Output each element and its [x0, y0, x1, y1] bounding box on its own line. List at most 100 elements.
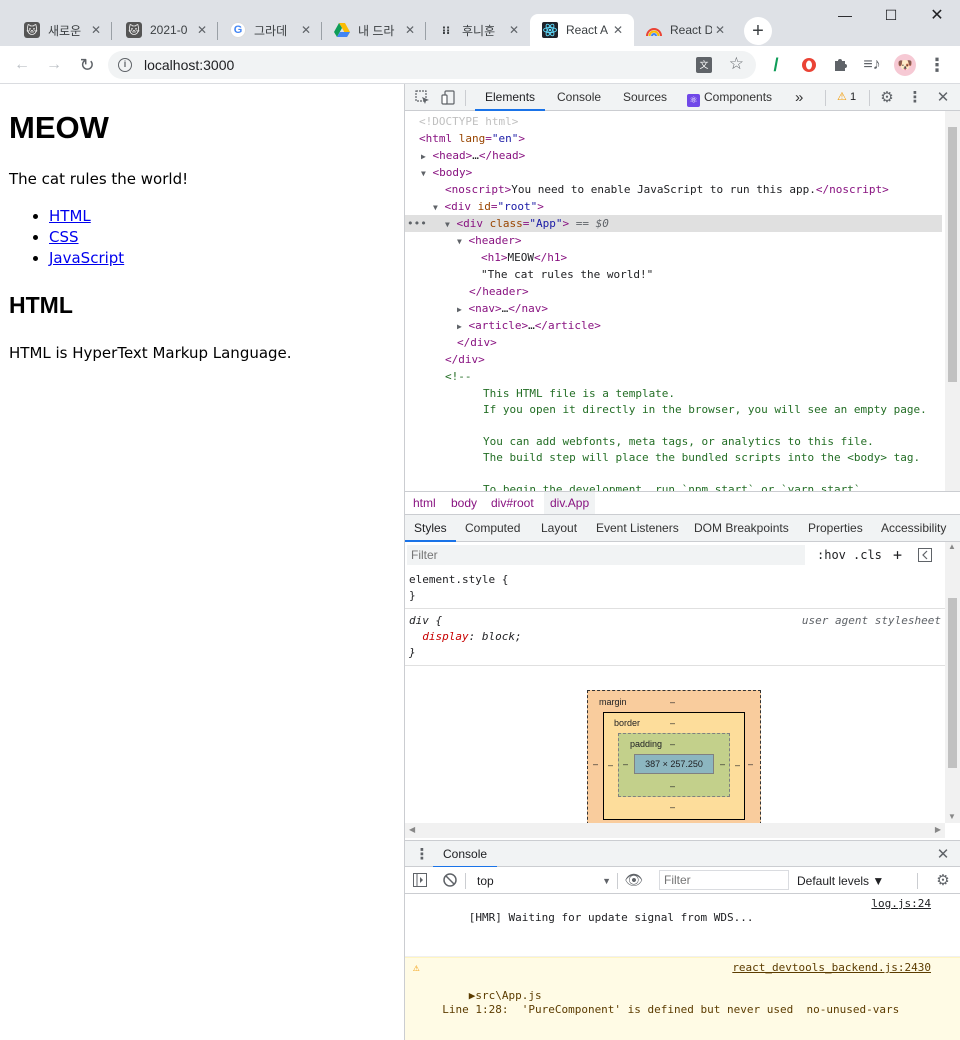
- settings-gear-icon[interactable]: ⚙: [878, 89, 896, 106]
- browser-tab[interactable]: G 그라데 ✕: [218, 14, 322, 46]
- back-button[interactable]: ←: [8, 51, 36, 79]
- dom-node-head[interactable]: ▶ <head>…</head>: [405, 147, 942, 164]
- browser-tab[interactable]: 🐱 새로운 ✕: [12, 14, 112, 46]
- dom-node-nav[interactable]: ▶ <nav>…</nav>: [405, 300, 942, 317]
- breadcrumb-html[interactable]: html: [407, 492, 442, 514]
- tab-console[interactable]: Console: [547, 84, 611, 111]
- minimize-button[interactable]: —: [822, 0, 868, 30]
- reload-button[interactable]: ↻: [73, 51, 101, 79]
- close-icon[interactable]: ✕: [506, 22, 522, 38]
- tab-event-listeners[interactable]: Event Listeners: [587, 515, 688, 542]
- browser-tab[interactable]: ⁝⁝ 후니훈 ✕: [426, 14, 530, 46]
- class-toggle[interactable]: .cls: [853, 545, 882, 565]
- opera-extension-icon[interactable]: [795, 51, 823, 79]
- warning-counter[interactable]: ⚠ 1: [837, 90, 856, 103]
- tab-properties[interactable]: Properties: [799, 515, 872, 542]
- dom-node-doctype[interactable]: <!DOCTYPE html>: [405, 113, 942, 130]
- close-drawer-icon[interactable]: ✕: [934, 846, 952, 863]
- breadcrumb-root[interactable]: div#root: [485, 492, 540, 514]
- tab-components[interactable]: ⚛ Components: [681, 84, 782, 111]
- tab-sources[interactable]: Sources: [613, 84, 677, 111]
- browser-tab[interactable]: React D ✕: [634, 14, 736, 46]
- forward-button[interactable]: →: [40, 51, 68, 79]
- hover-state-toggle[interactable]: :hov: [817, 545, 846, 565]
- dom-node-header-close[interactable]: </header>: [405, 283, 942, 300]
- console-source-link[interactable]: react_devtools_backend.js:2430: [732, 961, 931, 975]
- tab-styles[interactable]: Styles: [405, 515, 456, 542]
- elements-scrollbar[interactable]: [945, 111, 960, 491]
- box-model-margin[interactable]: margin – – – border – – – – padding – – …: [587, 690, 761, 823]
- box-model-padding[interactable]: padding – – – – 387 × 257.250: [618, 733, 730, 797]
- close-icon[interactable]: ✕: [194, 22, 210, 38]
- toggle-sidebar-icon[interactable]: [918, 545, 932, 565]
- maximize-button[interactable]: ☐: [868, 0, 914, 30]
- devtools-menu-icon[interactable]: ⋮: [906, 89, 924, 106]
- dom-node-comment[interactable]: <!--: [405, 368, 942, 385]
- close-icon[interactable]: ✕: [610, 22, 626, 38]
- dom-node-html[interactable]: <html lang="en">: [405, 130, 942, 147]
- profile-avatar[interactable]: 🐶: [891, 51, 919, 79]
- box-model-content[interactable]: 387 × 257.250: [634, 754, 714, 774]
- dom-node-body[interactable]: ▼ <body>: [405, 164, 942, 181]
- new-tab-button[interactable]: +: [744, 17, 772, 45]
- console-filter-input[interactable]: [659, 870, 789, 890]
- console-settings-gear-icon[interactable]: ⚙: [934, 872, 952, 889]
- clear-console-icon[interactable]: [441, 872, 459, 888]
- drawer-menu-icon[interactable]: ⋮: [413, 846, 431, 863]
- styles-filter-input[interactable]: [407, 545, 805, 565]
- extension-pen-icon[interactable]: /: [762, 51, 790, 79]
- console-sidebar-icon[interactable]: [411, 872, 429, 888]
- close-icon[interactable]: ✕: [402, 22, 418, 38]
- styles-horizontal-scrollbar[interactable]: ◀ ▶: [405, 823, 945, 838]
- device-toolbar-icon[interactable]: [439, 89, 457, 105]
- styles-scrollbar[interactable]: ▲ ▼: [945, 542, 960, 823]
- browser-tab[interactable]: 내 드라 ✕: [322, 14, 426, 46]
- close-icon[interactable]: ✕: [712, 22, 728, 38]
- extensions-puzzle-icon[interactable]: [826, 51, 854, 79]
- tab-dom-breakpoints[interactable]: DOM Breakpoints: [685, 515, 798, 542]
- site-info-icon[interactable]: i: [118, 58, 132, 72]
- dom-node-app-selected[interactable]: ••• ▼ <div class="App"> == $0: [405, 215, 942, 232]
- live-expression-eye-icon[interactable]: 👁: [624, 872, 643, 889]
- nav-link-javascript[interactable]: JavaScript: [49, 249, 124, 267]
- dom-node-root-close[interactable]: </div>: [405, 351, 942, 368]
- inspect-element-icon[interactable]: [413, 89, 431, 105]
- tab-accessibility[interactable]: Accessibility: [872, 515, 955, 542]
- translate-icon[interactable]: 文: [696, 57, 712, 73]
- tab-elements[interactable]: Elements: [475, 84, 546, 111]
- address-bar[interactable]: i localhost:3000 文 ☆: [108, 51, 756, 79]
- close-icon[interactable]: ✕: [88, 22, 104, 38]
- nav-link-html[interactable]: HTML: [49, 207, 91, 225]
- browser-tab-active[interactable]: React A ✕: [530, 14, 634, 46]
- dom-node-noscript[interactable]: <noscript>You need to enable JavaScript …: [405, 181, 942, 198]
- dom-node-root[interactable]: ▼ <div id="root">: [405, 198, 942, 215]
- dom-node-h1[interactable]: <h1>MEOW</h1>: [405, 249, 942, 266]
- console-message-warning[interactable]: ⚠ ▶src\App.js Line 1:28: 'PureComponent'…: [405, 957, 960, 1040]
- tab-layout[interactable]: Layout: [532, 515, 586, 542]
- media-queue-icon[interactable]: ≡♪: [858, 51, 886, 79]
- new-style-rule-icon[interactable]: +: [893, 545, 902, 565]
- box-model-border[interactable]: border – – – – padding – – – – 387 × 257…: [603, 712, 745, 820]
- log-levels-dropdown[interactable]: Default levels ▼: [797, 871, 884, 891]
- close-icon[interactable]: ✕: [298, 22, 314, 38]
- context-selector[interactable]: top ▼: [471, 871, 611, 891]
- drawer-tab-console[interactable]: Console: [433, 841, 498, 868]
- console-message-log[interactable]: [HMR] Waiting for update signal from WDS…: [405, 894, 960, 957]
- nav-link-css[interactable]: CSS: [49, 228, 79, 246]
- dom-node-app-close[interactable]: </div>: [405, 334, 942, 351]
- rule-element-style[interactable]: element.style { }: [405, 568, 945, 609]
- dom-node-text[interactable]: "The cat rules the world!": [405, 266, 942, 283]
- breadcrumb-body[interactable]: body: [445, 492, 483, 514]
- more-tabs-button[interactable]: »: [785, 84, 813, 111]
- breadcrumb-app[interactable]: div.App: [544, 492, 596, 514]
- close-devtools-icon[interactable]: ✕: [934, 89, 952, 106]
- url-text: localhost:3000: [144, 57, 235, 73]
- window-close-button[interactable]: ✕: [914, 0, 960, 30]
- browser-tab[interactable]: 🐱 2021-0 ✕: [114, 14, 218, 46]
- console-source-link[interactable]: log.js:24: [871, 897, 931, 911]
- browser-menu-icon[interactable]: ⋮: [923, 51, 951, 79]
- bookmark-star-icon[interactable]: ☆: [729, 54, 744, 74]
- tab-computed[interactable]: Computed: [456, 515, 529, 542]
- dom-node-article[interactable]: ▶ <article>…</article>: [405, 317, 942, 334]
- dom-node-header[interactable]: ▼ <header>: [405, 232, 942, 249]
